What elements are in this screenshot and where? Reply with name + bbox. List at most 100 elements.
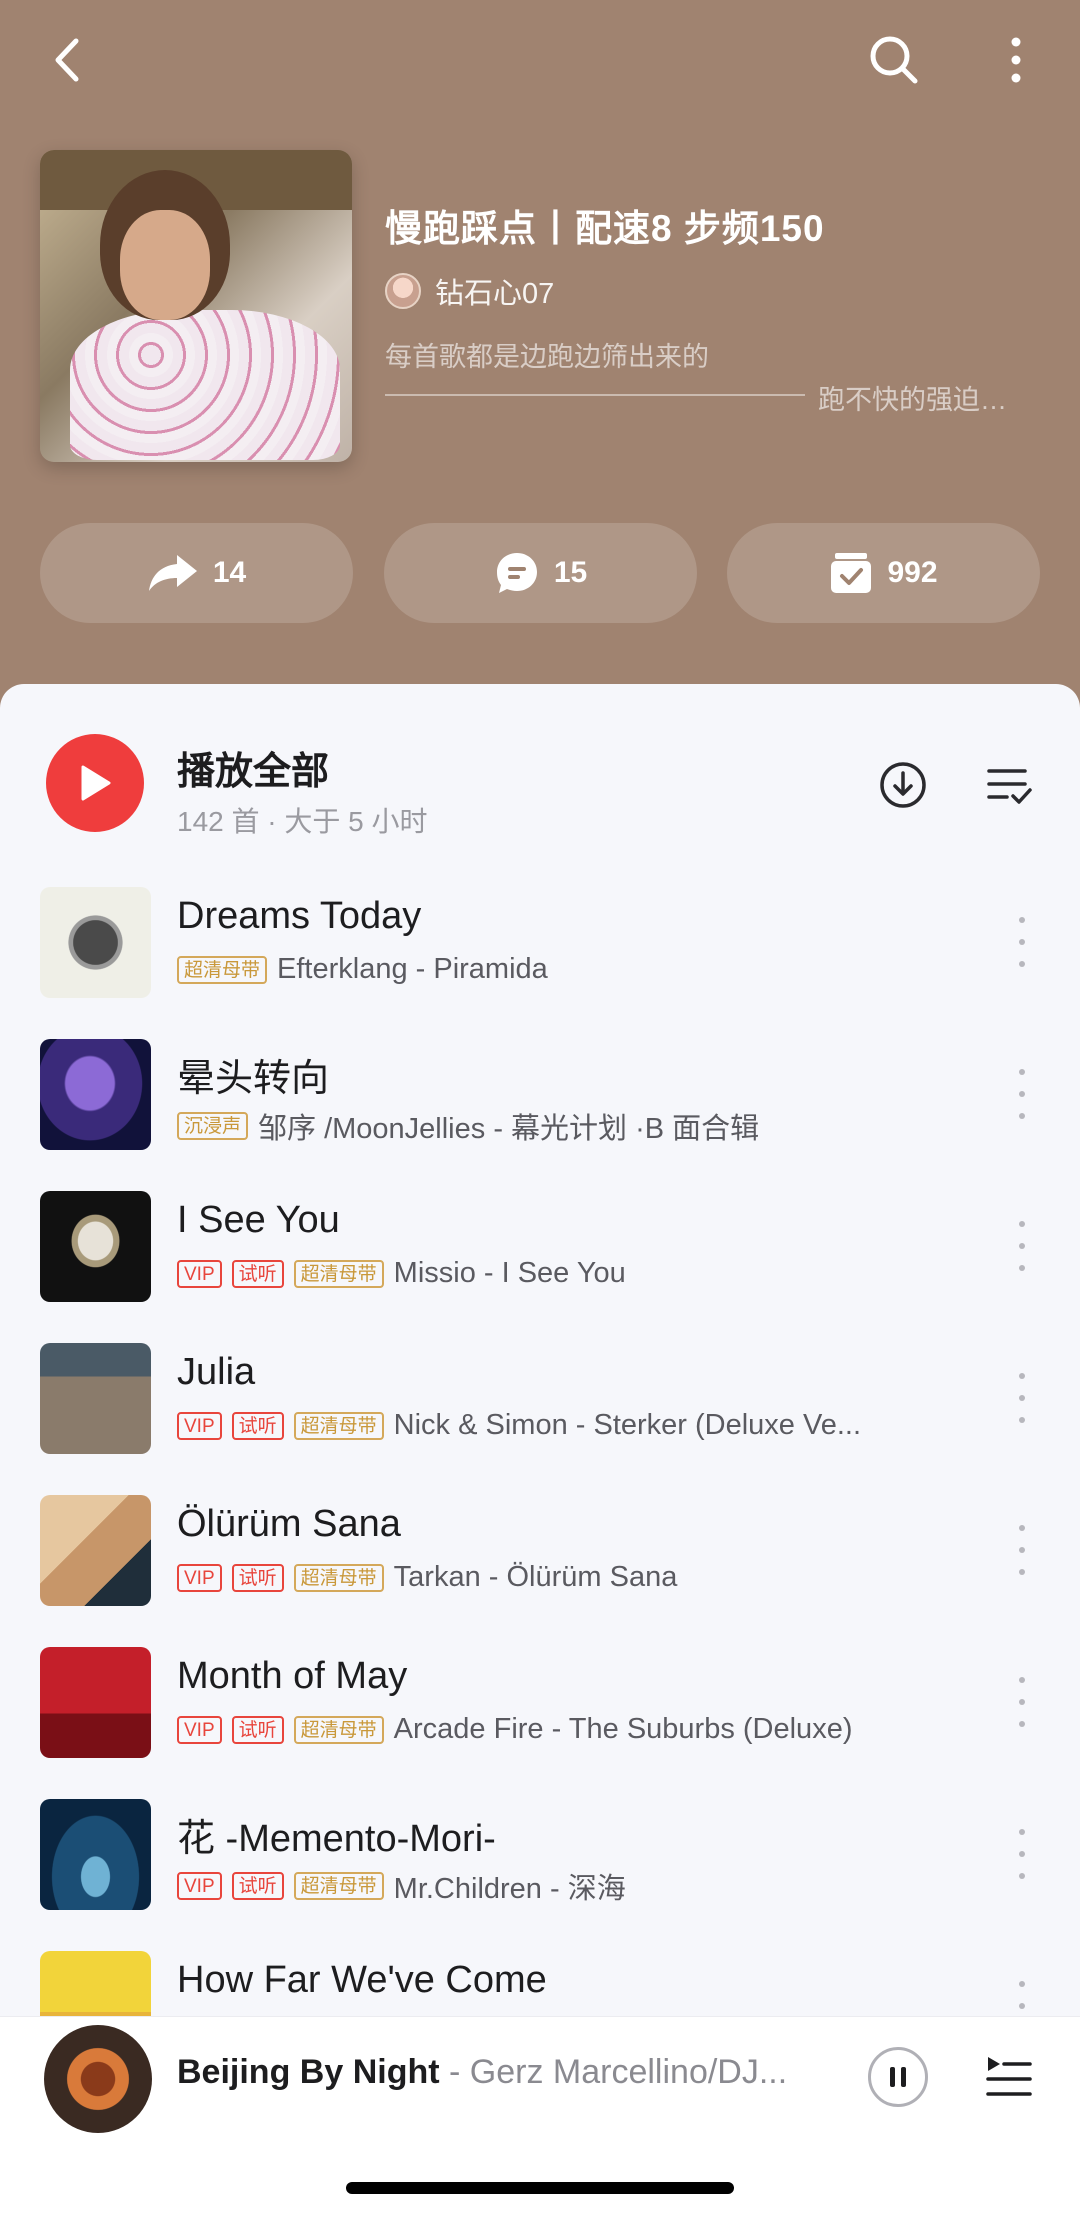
playlist-cover[interactable]	[40, 150, 352, 462]
song-title: Julia	[177, 1351, 256, 1393]
top-bar	[0, 0, 1080, 120]
song-more-button[interactable]	[1004, 1373, 1040, 1423]
song-meta: VIP 试听 超清母带 Arcade Fire - The Suburbs (D…	[177, 1713, 852, 1746]
song-count-duration: 142 首 · 大于 5 小时	[177, 806, 428, 837]
song-row[interactable]: 晕头转向 沉浸声 邹序 /MoonJellies - 幕光计划 ·B 面合辑	[0, 1039, 1080, 1191]
share-arrow-icon	[148, 555, 197, 591]
playlist-icon	[986, 2057, 1032, 2096]
album-art	[40, 887, 151, 998]
quality-tag: 超清母带	[177, 955, 268, 984]
song-title: 花 -Memento-Mori-	[177, 1818, 496, 1860]
quality-tag: 超清母带	[293, 1715, 384, 1744]
preview-tag: 试听	[231, 1411, 284, 1440]
song-more-button[interactable]	[1004, 1221, 1040, 1271]
play-all-label[interactable]: 播放全部	[177, 740, 329, 795]
preview-tag: 试听	[231, 1715, 284, 1744]
vip-tag: VIP	[177, 1872, 222, 1900]
preview-tag: 试听	[231, 1563, 284, 1592]
song-more-button[interactable]	[1004, 1829, 1040, 1879]
song-more-button[interactable]	[1004, 1677, 1040, 1727]
collect-count: 992	[887, 556, 938, 589]
song-artist-album: Efterklang - Piramida	[277, 953, 548, 985]
song-title: How Far We've Come	[177, 1959, 547, 2001]
play-icon	[81, 765, 111, 801]
song-row[interactable]: Month of May VIP 试听 超清母带 Arcade Fire - T…	[0, 1647, 1080, 1799]
vip-tag: VIP	[177, 1259, 222, 1288]
playlist-button[interactable]	[982, 2051, 1036, 2105]
song-row[interactable]: Ölürüm Sana VIP 试听 超清母带 Tarkan - Ölürüm …	[0, 1495, 1080, 1647]
creator-info[interactable]: 钻石心07	[385, 270, 554, 312]
multi-select-icon	[987, 769, 1032, 804]
album-art	[40, 1495, 151, 1606]
song-meta: 沉浸声 邹序 /MoonJellies - 幕光计划 ·B 面合辑	[177, 1105, 759, 1147]
song-row[interactable]: Julia VIP 试听 超清母带 Nick & Simon - Sterker…	[0, 1343, 1080, 1495]
quality-tag: 超清母带	[293, 1872, 384, 1900]
more-button[interactable]	[984, 28, 1048, 92]
home-indicator	[346, 2182, 734, 2194]
song-row[interactable]: Dreams Today 超清母带 Efterklang - Piramida	[0, 887, 1080, 1039]
search-button[interactable]	[862, 28, 926, 92]
now-playing-info[interactable]: Beijing By Night - Gerz Marcellino/DJ...	[177, 2053, 787, 2092]
share-button[interactable]: 14	[40, 523, 353, 623]
song-artist-album: Mr.Children - 深海	[393, 1873, 626, 1905]
album-art	[40, 1039, 151, 1150]
now-playing-disc[interactable]	[44, 2025, 152, 2133]
play-all-button[interactable]	[46, 734, 144, 832]
multi-select-button[interactable]	[982, 758, 1036, 812]
pause-icon	[890, 2067, 906, 2087]
album-art	[40, 1191, 151, 1302]
song-artist-album: Tarkan - Ölürüm Sana	[393, 1561, 678, 1593]
chevron-left-icon	[55, 38, 79, 82]
creator-name[interactable]: 钻石心07	[435, 270, 554, 312]
song-more-button[interactable]	[1004, 917, 1040, 967]
more-vertical-icon	[1011, 37, 1021, 83]
back-button[interactable]	[36, 28, 100, 92]
quality-tag: 超清母带	[293, 1259, 384, 1288]
song-artist-album: Missio - I See You	[393, 1257, 626, 1289]
song-meta: VIP 试听 超清母带 Mr.Children - 深海	[177, 1865, 626, 1907]
comment-button[interactable]: 15	[384, 523, 697, 623]
playlist-description-more[interactable]: 跑不快的强迫…	[818, 378, 1007, 417]
playlist-title: 慢跑踩点丨配速8 步频150	[385, 208, 825, 249]
download-button[interactable]	[876, 758, 930, 812]
playlist-description[interactable]: 每首歌都是边跑边筛出来的	[385, 335, 709, 374]
song-artist-album: 邹序 /MoonJellies - 幕光计划 ·B 面合辑	[258, 1113, 760, 1145]
song-meta: 超清母带 Efterklang - Piramida	[177, 953, 548, 986]
cover-art-part	[120, 210, 210, 320]
search-icon	[870, 36, 918, 84]
song-row[interactable]: I See You VIP 试听 超清母带 Missio - I See You	[0, 1191, 1080, 1343]
immersive-tag: 沉浸声	[177, 1112, 249, 1140]
song-more-button[interactable]	[1004, 1525, 1040, 1575]
vip-tag: VIP	[177, 1563, 222, 1592]
song-more-button[interactable]	[1004, 1069, 1040, 1119]
song-list-panel: 播放全部 142 首 · 大于 5 小时 Dreams Today 超清母带 E…	[0, 684, 1080, 2221]
song-meta: VIP 试听 超清母带 Tarkan - Ölürüm Sana	[177, 1561, 677, 1594]
creator-avatar[interactable]	[385, 273, 421, 309]
album-art	[40, 1799, 151, 1910]
song-title: Month of May	[177, 1655, 408, 1697]
song-meta: VIP 试听 超清母带 Nick & Simon - Sterker (Delu…	[177, 1409, 861, 1442]
vip-tag: VIP	[177, 1411, 222, 1440]
song-row[interactable]: 花 -Memento-Mori- VIP 试听 超清母带 Mr.Children…	[0, 1799, 1080, 1951]
download-icon	[880, 762, 926, 808]
now-playing-separator: -	[439, 2053, 470, 2091]
preview-tag: 试听	[231, 1259, 284, 1288]
song-title: Dreams Today	[177, 895, 422, 937]
collect-button[interactable]: 992	[727, 523, 1040, 623]
song-meta: VIP 试听 超清母带 Missio - I See You	[177, 1257, 626, 1290]
song-title: I See You	[177, 1199, 340, 1241]
share-count: 14	[212, 556, 247, 589]
quality-tag: 超清母带	[293, 1563, 384, 1592]
cover-art-part	[70, 310, 340, 460]
collect-box-icon	[831, 553, 872, 593]
pause-button[interactable]	[868, 2047, 928, 2107]
song-title: Ölürüm Sana	[177, 1503, 401, 1545]
quality-tag: 超清母带	[293, 1411, 384, 1440]
description-divider	[385, 394, 805, 396]
now-playing-title: Beijing By Night	[177, 2053, 440, 2091]
comment-count: 15	[553, 556, 588, 589]
album-art	[40, 1343, 151, 1454]
song-artist-album: Arcade Fire - The Suburbs (Deluxe)	[393, 1713, 853, 1745]
now-playing-artist: Gerz Marcellino/DJ...	[469, 2053, 788, 2091]
song-title: 晕头转向	[177, 1058, 330, 1100]
